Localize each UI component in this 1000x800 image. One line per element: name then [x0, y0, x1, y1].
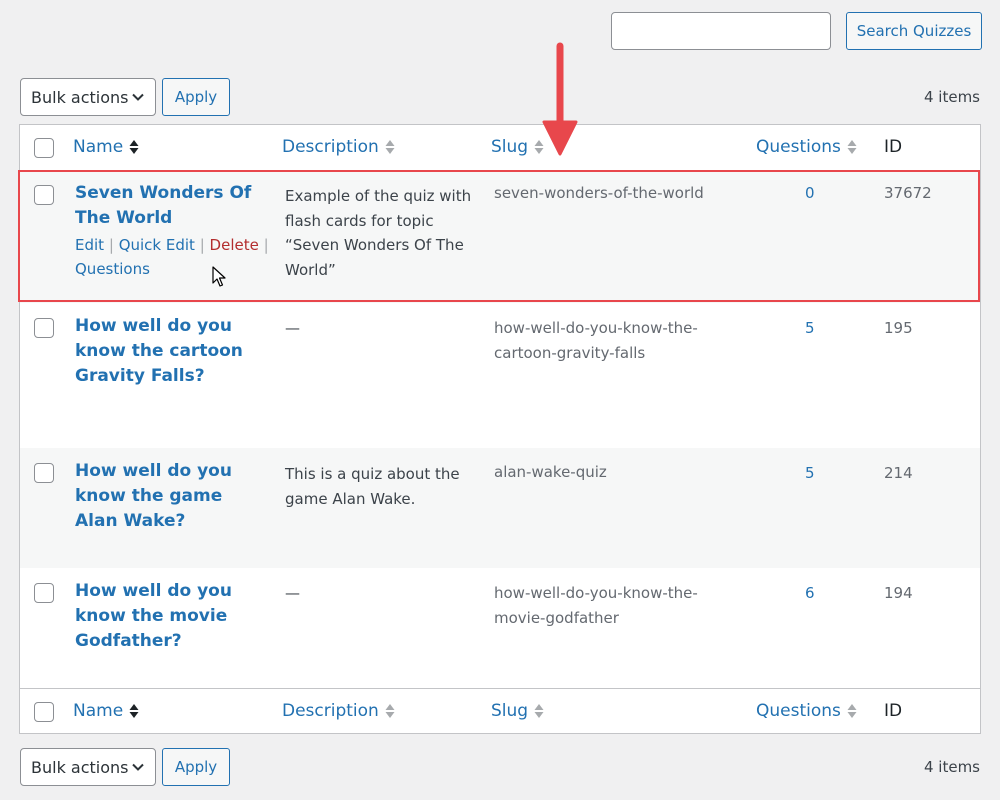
delete-link[interactable]: Delete [210, 236, 259, 254]
quiz-id: 195 [884, 319, 913, 337]
sort-arrows-icon [847, 140, 857, 154]
column-footer-slug[interactable]: Slug [491, 701, 544, 721]
apply-button-bottom[interactable]: Apply [162, 748, 230, 786]
column-header-description-label: Description [282, 137, 379, 157]
mouse-pointer-icon [212, 266, 226, 287]
select-all-checkbox[interactable] [34, 138, 54, 158]
column-footer-id: ID [884, 701, 902, 721]
column-footer-description[interactable]: Description [282, 701, 395, 721]
row-checkbox[interactable] [34, 463, 54, 483]
column-footer-id-label: ID [884, 701, 903, 721]
quiz-questions-count-link[interactable]: 5 [805, 319, 815, 337]
bulk-actions-select-bottom[interactable]: Bulk actions [20, 748, 156, 786]
bulk-actions-select-top[interactable]: Bulk actions [20, 78, 156, 116]
column-footer-questions-label: Questions [756, 701, 841, 721]
chevron-down-icon [132, 763, 144, 771]
quiz-id: 214 [884, 464, 913, 482]
quiz-slug: alan-wake-quiz [494, 463, 607, 481]
quiz-questions-count-link[interactable]: 0 [805, 184, 815, 202]
quiz-title-link[interactable]: How well do you know the game Alan Wake? [75, 459, 270, 534]
table-header-row: Name Description Slug Questions ID [20, 125, 980, 171]
column-footer-slug-label: Slug [491, 701, 529, 721]
column-header-slug[interactable]: Slug [491, 137, 544, 157]
row-checkbox[interactable] [34, 185, 54, 205]
sort-asc-icon [129, 140, 139, 154]
sort-arrows-icon [847, 704, 857, 718]
column-footer-questions[interactable]: Questions [756, 701, 857, 721]
bulk-actions-label: Bulk actions [31, 87, 129, 107]
quiz-slug: how-well-do-you-know-the-movie-godfather [494, 584, 698, 627]
separator: | [199, 236, 205, 254]
red-arrow-annotation [542, 42, 578, 156]
quiz-id: 37672 [884, 184, 932, 202]
select-all-checkbox[interactable] [34, 702, 54, 722]
sort-arrows-icon [385, 704, 395, 718]
column-header-questions[interactable]: Questions [756, 137, 857, 157]
quiz-id: 194 [884, 584, 913, 602]
quiz-questions-count-link[interactable]: 6 [805, 584, 815, 602]
column-footer-name-label: Name [73, 701, 124, 721]
quiz-description: — [285, 319, 300, 337]
column-header-name[interactable]: Name [73, 137, 139, 157]
table-footer-row: Name Description Slug Questions ID [20, 688, 980, 734]
quiz-description: — [285, 584, 300, 602]
table-row: How well do you know the cartoon Gravity… [20, 303, 980, 448]
search-input[interactable] [611, 12, 831, 50]
row-checkbox[interactable] [34, 583, 54, 603]
bulk-actions-label: Bulk actions [31, 757, 129, 777]
separator: | [108, 236, 114, 254]
quizzes-table: Name Description Slug Questions ID Seven… [19, 124, 981, 734]
column-header-id-label: ID [884, 137, 903, 157]
table-row: How well do you know the game Alan Wake?… [20, 448, 980, 568]
questions-link[interactable]: Questions [75, 260, 150, 278]
quiz-slug: how-well-do-you-know-the-cartoon-gravity… [494, 319, 698, 362]
quiz-questions-count-link[interactable]: 5 [805, 464, 815, 482]
item-count-top: 4 items [923, 88, 980, 106]
table-row: How well do you know the movie Godfather… [20, 568, 980, 688]
quiz-title-link[interactable]: How well do you know the movie Godfather… [75, 579, 270, 654]
column-header-questions-label: Questions [756, 137, 841, 157]
quick-edit-link[interactable]: Quick Edit [119, 236, 195, 254]
edit-link[interactable]: Edit [75, 236, 104, 254]
separator: | [263, 236, 269, 254]
apply-button-top[interactable]: Apply [162, 78, 230, 116]
quiz-title-link[interactable]: How well do you know the cartoon Gravity… [75, 314, 270, 389]
item-count-bottom: 4 items [923, 758, 980, 776]
quiz-slug: seven-wonders-of-the-world [494, 184, 704, 202]
quiz-description: This is a quiz about the game Alan Wake. [285, 465, 460, 508]
table-row: Seven Wonders Of The World Edit | Quick … [20, 171, 980, 303]
column-footer-name[interactable]: Name [73, 701, 139, 721]
search-quizzes-button[interactable]: Search Quizzes [846, 12, 982, 50]
column-footer-description-label: Description [282, 701, 379, 721]
quiz-description: Example of the quiz with flash cards for… [285, 187, 472, 279]
sort-arrows-icon [534, 704, 544, 718]
sort-arrows-icon [385, 140, 395, 154]
column-header-id: ID [884, 137, 902, 157]
column-header-slug-label: Slug [491, 137, 529, 157]
sort-asc-icon [129, 704, 139, 718]
row-actions: Edit | Quick Edit | Delete | Questions [75, 233, 275, 281]
row-checkbox[interactable] [34, 318, 54, 338]
quiz-title-link[interactable]: Seven Wonders Of The World [75, 181, 270, 231]
column-header-description[interactable]: Description [282, 137, 395, 157]
chevron-down-icon [132, 93, 144, 101]
column-header-name-label: Name [73, 137, 124, 157]
